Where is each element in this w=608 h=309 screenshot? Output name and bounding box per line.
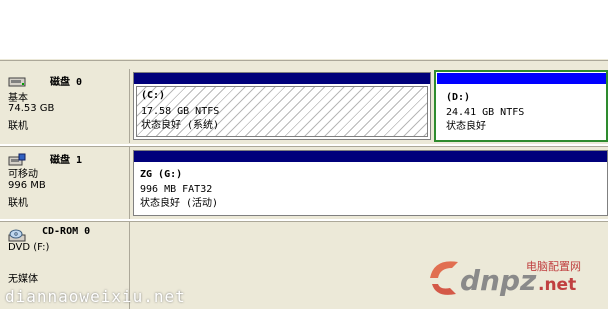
hard-disk-icon — [8, 77, 26, 87]
disk-size: 996 MB — [8, 180, 46, 191]
volume-c[interactable]: (C:) 17.58 GB NTFS 状态良好 (系统) — [133, 72, 431, 140]
volume-c-bar — [134, 73, 430, 84]
disk-size: 74.53 GB — [8, 103, 55, 114]
volume-g-size: 996 MB FAT32 — [140, 184, 213, 195]
volume-c-name: (C:) — [141, 90, 166, 101]
volume-c-body: (C:) 17.58 GB NTFS 状态良好 (系统) — [136, 86, 428, 137]
disk-status: 联机 — [8, 121, 28, 132]
disk-name: CD-ROM 0 — [42, 226, 91, 237]
top-pane — [0, 0, 608, 58]
disk-type: DVD (F:) — [8, 242, 50, 253]
disk-type: 可移动 — [8, 169, 38, 180]
volume-d[interactable]: (D:) 24.41 GB NTFS 状态良好 — [434, 70, 608, 142]
logo-cn: 电脑配置网 — [526, 260, 581, 273]
disk-status: 无媒体 — [8, 274, 38, 285]
disk-1-label[interactable]: 磁盘 1 可移动 996 MB 联机 — [0, 147, 130, 219]
site-watermark: diannaoweixiu.net — [5, 287, 186, 306]
volume-c-size: 17.58 GB NTFS — [141, 106, 220, 117]
volume-d-name: (D:) — [446, 92, 471, 103]
volume-d-health: 状态良好 — [446, 121, 486, 132]
volume-g-name: ZG (G:) — [140, 169, 183, 180]
cdrom-icon — [8, 229, 26, 242]
disk-0-label[interactable]: 磁盘 0 基本 74.53 GB 联机 — [0, 69, 130, 143]
volume-g[interactable]: ZG (G:) 996 MB FAT32 状态良好 (活动) — [133, 150, 608, 216]
disk-name: 磁盘 1 — [50, 155, 83, 166]
disk-name: 磁盘 0 — [50, 77, 83, 88]
disk-type: 基本 — [8, 93, 28, 104]
site-logo: dnpz 电脑配置网 .net — [430, 260, 581, 297]
volume-d-bar — [437, 73, 606, 84]
volume-g-health: 状态良好 (活动) — [140, 198, 219, 209]
volume-d-size: 24.41 GB NTFS — [446, 107, 525, 118]
volume-c-health: 状态良好 (系统) — [141, 120, 220, 131]
disk-status: 联机 — [8, 198, 28, 209]
volume-g-bar — [134, 151, 607, 162]
logo-suffix: .net — [538, 275, 576, 295]
